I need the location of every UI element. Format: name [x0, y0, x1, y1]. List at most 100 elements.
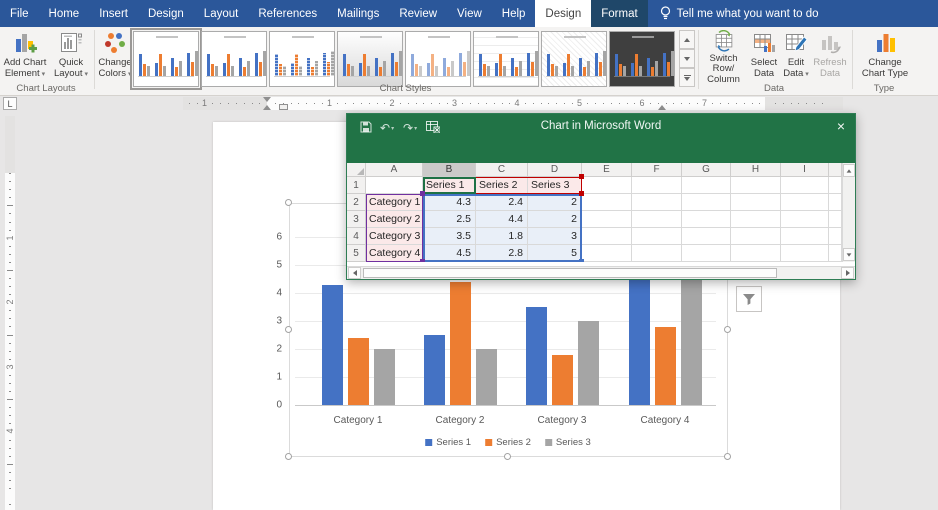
column-header-h[interactable]: H [731, 163, 781, 177]
cell-B2[interactable]: 4.3 [423, 194, 476, 211]
cell-E5[interactable] [582, 245, 632, 262]
cell-F5[interactable] [632, 245, 682, 262]
column-header-e[interactable]: E [582, 163, 632, 177]
cell-A4[interactable]: Category 3 [366, 228, 423, 245]
chart-filters-button[interactable] [736, 286, 762, 312]
column-header-d[interactable]: D [528, 163, 582, 177]
cell-x5[interactable] [829, 245, 842, 262]
right-indent-marker[interactable] [658, 105, 666, 110]
first-line-indent-marker[interactable] [263, 97, 271, 102]
selection-handle[interactable] [504, 453, 511, 460]
chart-style-thumbnail-5[interactable] [405, 31, 471, 87]
row-header-3[interactable]: 3 [347, 211, 366, 228]
gallery-more-button[interactable] [679, 68, 695, 87]
scroll-left-button[interactable] [348, 267, 361, 279]
chart-style-thumbnail-2[interactable] [201, 31, 267, 87]
cell-F1[interactable] [632, 177, 682, 194]
cell-F2[interactable] [632, 194, 682, 211]
cell-E4[interactable] [582, 228, 632, 245]
cell-x1[interactable] [829, 177, 842, 194]
tab-insert[interactable]: Insert [89, 0, 138, 27]
row-header-4[interactable]: 4 [347, 228, 366, 245]
cell-H3[interactable] [731, 211, 781, 228]
tab-view[interactable]: View [447, 0, 492, 27]
cell-C2[interactable]: 2.4 [476, 194, 528, 211]
column-header-f[interactable]: F [632, 163, 682, 177]
cell-D5[interactable]: 5 [528, 245, 582, 262]
gallery-scroll-up-button[interactable] [679, 30, 695, 49]
tab-home[interactable]: Home [39, 0, 90, 27]
cell-A5[interactable]: Category 4 [366, 245, 423, 262]
cell-I2[interactable] [781, 194, 829, 211]
chart-style-thumbnail-1[interactable] [133, 31, 199, 87]
scroll-down-button[interactable] [843, 248, 855, 261]
select-data-button[interactable]: Select Data [749, 30, 779, 85]
cell-H2[interactable] [731, 194, 781, 211]
chart-bar[interactable] [526, 307, 547, 405]
selection-handle[interactable] [285, 199, 292, 206]
cell-C4[interactable]: 1.8 [476, 228, 528, 245]
cell-G4[interactable] [682, 228, 731, 245]
chart-bar[interactable] [450, 282, 471, 405]
cell-B5[interactable]: 4.5 [423, 245, 476, 262]
column-header-a[interactable]: A [366, 163, 423, 177]
tab-references[interactable]: References [248, 0, 327, 27]
scroll-right-button[interactable] [841, 267, 854, 279]
cell-G3[interactable] [682, 211, 731, 228]
row-header-5[interactable]: 5 [347, 245, 366, 262]
quick-layout-button[interactable]: Quick Layout [50, 30, 92, 85]
change-colors-button[interactable]: Change Colors [97, 30, 133, 85]
cell-C1[interactable]: Series 2 [476, 177, 528, 194]
cell-G1[interactable] [682, 177, 731, 194]
chart-bar[interactable] [629, 279, 650, 405]
cell-E2[interactable] [582, 194, 632, 211]
worksheet-titlebar[interactable]: ↶ ↷ Chart in Microsoft Word × [347, 114, 855, 163]
edit-data-button[interactable]: Edit Data [781, 30, 811, 85]
chart-bar[interactable] [655, 327, 676, 405]
column-header-i[interactable]: I [781, 163, 829, 177]
selection-handle[interactable] [724, 326, 731, 333]
hanging-indent-marker[interactable] [263, 105, 271, 110]
cell-x2[interactable] [829, 194, 842, 211]
cell-D3[interactable]: 2 [528, 211, 582, 228]
chart-bar[interactable] [681, 265, 702, 405]
row-header-1[interactable]: 1 [347, 177, 366, 194]
tell-me-box[interactable]: Tell me what you want to do [648, 0, 827, 27]
cell-C3[interactable]: 4.4 [476, 211, 528, 228]
column-header-c[interactable]: C [476, 163, 528, 177]
change-chart-type-button[interactable]: Change Chart Type [858, 30, 912, 85]
chart-style-thumbnail-6[interactable] [473, 31, 539, 87]
chart-bar[interactable] [578, 321, 599, 405]
tab-mailings[interactable]: Mailings [327, 0, 389, 27]
tab-stop-selector[interactable]: L [3, 97, 17, 110]
chart-bar[interactable] [476, 349, 497, 405]
cell-A2[interactable]: Category 1 [366, 194, 423, 211]
row-header-2[interactable]: 2 [347, 194, 366, 211]
cell-I4[interactable] [781, 228, 829, 245]
legend-item[interactable]: Series 2 [485, 437, 531, 448]
column-header-g[interactable]: G [682, 163, 731, 177]
select-all-corner[interactable] [347, 163, 366, 177]
cell-E3[interactable] [582, 211, 632, 228]
cell-x3[interactable] [829, 211, 842, 228]
cell-I3[interactable] [781, 211, 829, 228]
cell-D2[interactable]: 2 [528, 194, 582, 211]
scroll-up-button[interactable] [843, 164, 855, 177]
selection-handle[interactable] [285, 326, 292, 333]
tab-design[interactable]: Design [138, 0, 194, 27]
chart-bar[interactable] [552, 355, 573, 405]
cell-A3[interactable]: Category 2 [366, 211, 423, 228]
cell-D4[interactable]: 3 [528, 228, 582, 245]
cell-B1[interactable]: Series 1 [423, 177, 476, 194]
tab-help[interactable]: Help [492, 0, 536, 27]
close-button[interactable]: × [837, 118, 845, 134]
gallery-scroll-down-button[interactable] [679, 49, 695, 68]
add-chart-element-button[interactable]: Add Chart Element [2, 30, 48, 85]
cell-H4[interactable] [731, 228, 781, 245]
cell-F4[interactable] [632, 228, 682, 245]
cell-H1[interactable] [731, 177, 781, 194]
tab-layout[interactable]: Layout [194, 0, 249, 27]
cell-A1[interactable] [366, 177, 423, 194]
horizontal-scroll-thumb[interactable] [363, 268, 777, 278]
tab-format[interactable]: Format [591, 0, 647, 27]
